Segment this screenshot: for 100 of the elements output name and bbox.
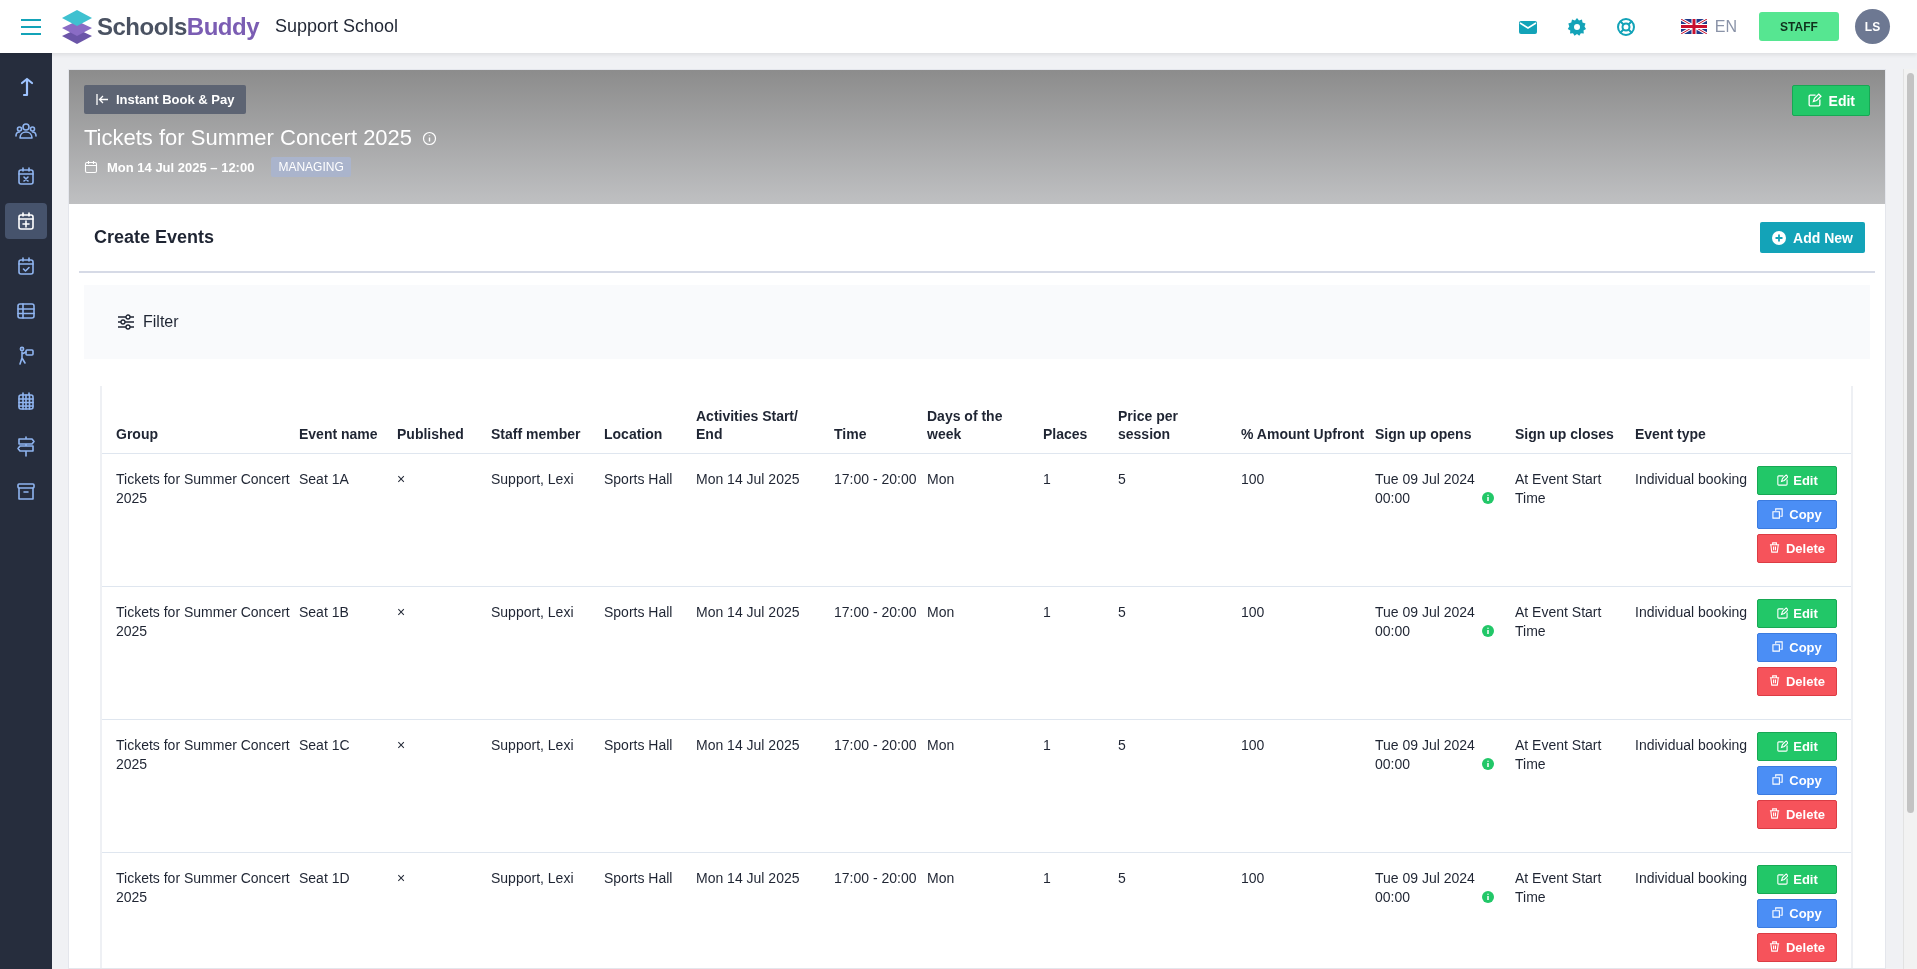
filter-button[interactable]: Filter	[117, 313, 179, 331]
edit-button[interactable]: Edit	[1757, 731, 1837, 761]
delete-button[interactable]: Delete	[1757, 533, 1837, 563]
column-header: % Amount Upfront	[1241, 386, 1375, 453]
table-cell-text: Tue 09 Jul 2024 00:00	[1375, 735, 1476, 774]
table-cell: Sports Hall	[604, 586, 696, 719]
table-cell: Seat 1B	[299, 586, 397, 719]
copy-icon	[1772, 508, 1785, 520]
table-cell: Mon 14 Jul 2025	[696, 852, 834, 968]
table-cell: Seat 1D	[299, 852, 397, 968]
calendar-x-icon	[15, 165, 37, 187]
flag-icon[interactable]	[1680, 19, 1707, 34]
calendar-icon	[84, 160, 98, 174]
copy-icon	[1772, 641, 1785, 653]
table-cell: Tickets for Summer Concert 2025	[102, 719, 299, 852]
column-header: Staff member	[491, 386, 604, 453]
table-cell: 17:00 - 20:00	[834, 852, 927, 968]
pencil-icon	[1806, 93, 1822, 108]
event-date: Mon 14 Jul 2025 – 12:00	[107, 159, 255, 175]
table-cell: 5	[1118, 453, 1241, 586]
signpost-icon	[15, 435, 37, 457]
table-cell: 100	[1241, 852, 1375, 968]
staff-button[interactable]: STAFF	[1759, 12, 1839, 41]
help-icon[interactable]	[1615, 16, 1636, 37]
table-cell: 100	[1241, 453, 1375, 586]
table-cell: Tickets for Summer Concert 2025	[102, 852, 299, 968]
table-cell: Mon 14 Jul 2025	[696, 453, 834, 586]
trash-icon	[1769, 941, 1781, 953]
school-name: Support School	[275, 16, 399, 37]
edit-button[interactable]: Edit	[1757, 598, 1837, 628]
delete-button[interactable]: Delete	[1757, 799, 1837, 829]
column-header: Sign up closes	[1515, 386, 1635, 453]
language-label[interactable]: EN	[1714, 17, 1737, 36]
table-cell: 100	[1241, 719, 1375, 852]
copy-button[interactable]: Copy	[1757, 765, 1837, 795]
copy-button[interactable]: Copy	[1757, 632, 1837, 662]
menu-icon[interactable]	[20, 17, 42, 36]
table-cell: 100	[1241, 586, 1375, 719]
edit-button[interactable]: Edit	[1757, 864, 1837, 894]
table-cell: 5	[1118, 586, 1241, 719]
calendar-plus-icon	[15, 210, 37, 232]
sliders-icon	[117, 314, 135, 330]
table-cell: At Event Start Time	[1515, 719, 1635, 852]
copy-icon	[1772, 907, 1785, 919]
scrollbar[interactable]	[1903, 69, 1917, 969]
table-cell: Mon	[927, 719, 1043, 852]
pencil-icon	[1776, 740, 1789, 752]
table-cell: Support, Lexi	[491, 719, 604, 852]
table-cell: At Event Start Time	[1515, 852, 1635, 968]
column-header: Activities Start/ End	[696, 386, 834, 453]
table-cell: Tickets for Summer Concert 2025	[102, 586, 299, 719]
table-cell: 17:00 - 20:00	[834, 719, 927, 852]
back-button[interactable]: Instant Book & Pay	[84, 85, 247, 114]
trash-icon	[1769, 542, 1781, 554]
pencil-icon	[1776, 873, 1789, 885]
status-badge: MANAGING	[271, 157, 351, 177]
table-cell: Tickets for Summer Concert 2025	[102, 453, 299, 586]
table-cell: Support, Lexi	[491, 453, 604, 586]
archive-icon	[15, 480, 37, 502]
table-cell: Seat 1A	[299, 453, 397, 586]
delete-button[interactable]: Delete	[1757, 666, 1837, 696]
table-cell: Mon	[927, 453, 1043, 586]
section-title: Create Events	[94, 227, 215, 248]
table-cell-text: Tue 09 Jul 2024 00:00	[1375, 602, 1476, 641]
table-cell: ×	[397, 852, 491, 968]
table-cell: 5	[1118, 719, 1241, 852]
table-cell: Mon 14 Jul 2025	[696, 719, 834, 852]
table-cell: Support, Lexi	[491, 586, 604, 719]
table-cell: At Event Start Time	[1515, 586, 1635, 719]
table-cell: Sports Hall	[604, 719, 696, 852]
table-cell: Mon 14 Jul 2025	[696, 586, 834, 719]
copy-icon	[1772, 774, 1785, 786]
edit-button[interactable]: Edit	[1791, 85, 1870, 116]
copy-button[interactable]: Copy	[1757, 898, 1837, 928]
pencil-icon	[1776, 607, 1789, 619]
calendar-grid-icon	[15, 390, 37, 412]
add-new-button[interactable]: Add New	[1760, 222, 1865, 253]
table-cell: 17:00 - 20:00	[834, 586, 927, 719]
column-header: Days of the week	[927, 386, 1043, 453]
column-header: Sign up opens	[1375, 386, 1515, 453]
trash-icon	[1769, 675, 1781, 687]
back-arrow-icon	[96, 94, 109, 105]
user-avatar[interactable]: LS	[1855, 9, 1890, 44]
column-header: Time	[834, 386, 927, 453]
table-cell: Seat 1C	[299, 719, 397, 852]
table-cell: 17:00 - 20:00	[834, 453, 927, 586]
brand-name: SchoolsBuddy	[97, 12, 260, 41]
plus-icon	[1772, 230, 1787, 245]
delete-button[interactable]: Delete	[1757, 932, 1837, 962]
table-cell: Mon	[927, 852, 1043, 968]
table-cell: Sports Hall	[604, 852, 696, 968]
table-cell-text: Tue 09 Jul 2024 00:00	[1375, 469, 1476, 508]
settings-icon[interactable]	[1566, 16, 1587, 37]
table-cell: 1	[1043, 453, 1118, 586]
calendar-check-icon	[15, 255, 37, 277]
sidebar-item[interactable]	[5, 203, 47, 239]
people-icon	[15, 120, 37, 142]
edit-button[interactable]: Edit	[1757, 465, 1837, 495]
column-header: Event name	[299, 386, 397, 453]
copy-button[interactable]: Copy	[1757, 499, 1837, 529]
